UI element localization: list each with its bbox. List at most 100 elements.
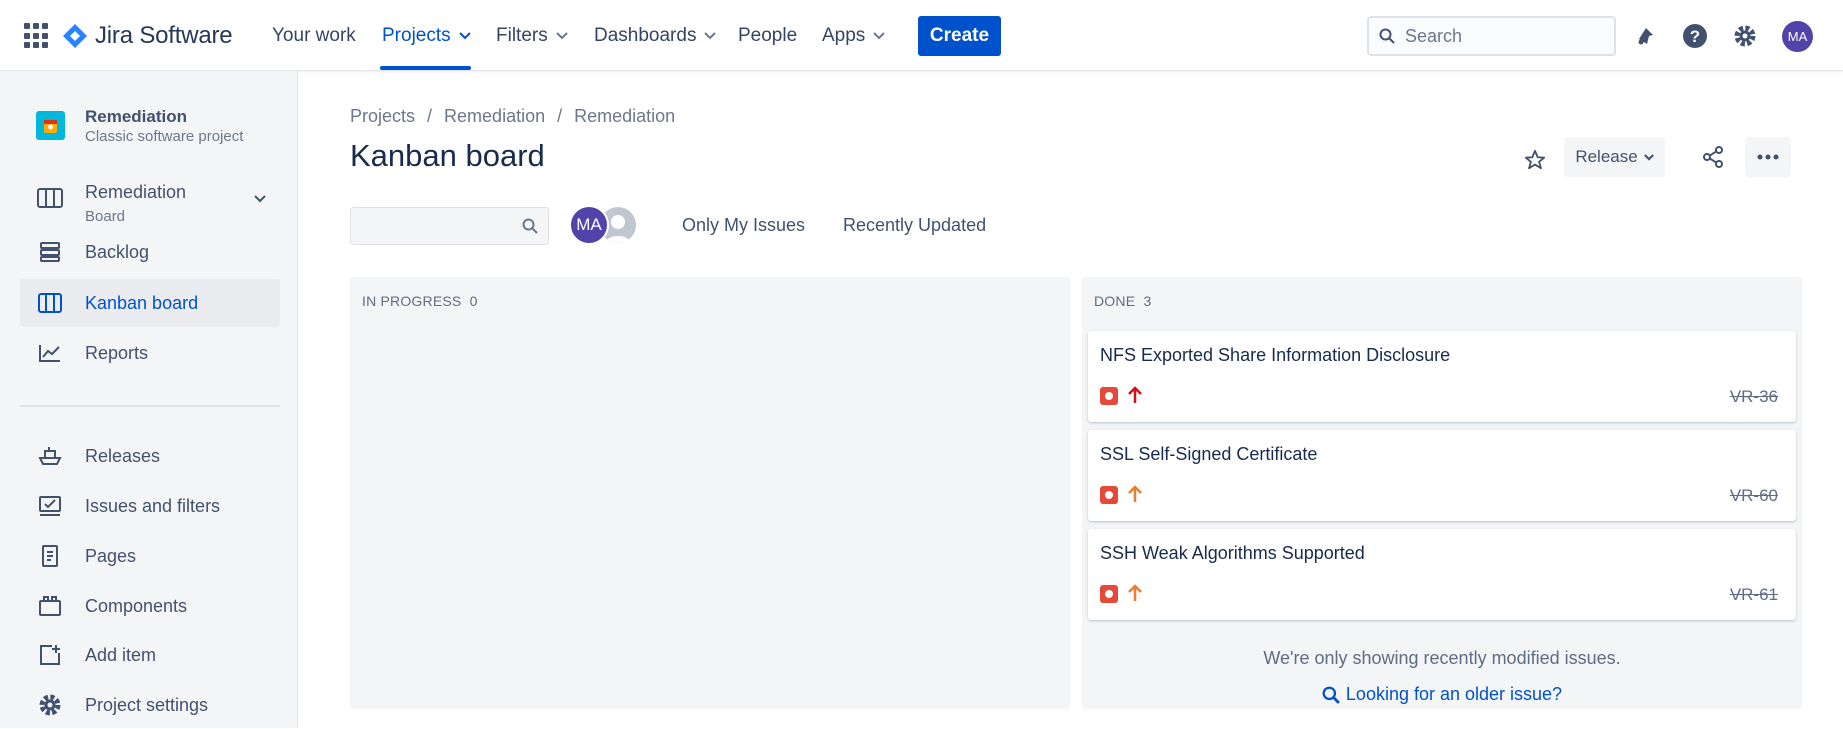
breadcrumb-item[interactable]: Remediation	[574, 106, 675, 127]
nav-filters[interactable]: Filters	[496, 0, 568, 71]
nav-your-work[interactable]: Your work	[272, 0, 356, 71]
board-search[interactable]	[350, 207, 549, 245]
sidebar-item-label: Backlog	[85, 241, 150, 262]
sidebar-item-project-settings[interactable]: Project settings	[20, 681, 280, 729]
issue-card[interactable]: SSH Weak Algorithms Supported VR-61	[1088, 529, 1796, 620]
older-issue-link[interactable]: Looking for an older issue?	[1082, 684, 1802, 705]
nav-filters-label: Filters	[496, 24, 548, 46]
issue-title: SSH Weak Algorithms Supported	[1100, 543, 1365, 563]
assignee-avatar[interactable]: MA	[569, 205, 609, 245]
column-count: 3	[1143, 293, 1152, 309]
nav-people-label: People	[738, 24, 798, 46]
jira-logo-icon	[63, 24, 87, 48]
ship-icon	[36, 442, 64, 470]
sidebar-item-backlog[interactable]: Backlog	[20, 228, 280, 276]
project-type: Classic software project	[85, 128, 244, 145]
issue-key[interactable]: VR-60	[1730, 486, 1778, 506]
breadcrumb-separator: /	[557, 106, 563, 126]
column-name: IN PROGRESS	[362, 293, 462, 309]
sidebar-item-label: Project settings	[85, 694, 209, 715]
breadcrumb-separator: /	[427, 106, 433, 126]
sidebar-board-sub: Board	[85, 208, 126, 225]
issue-card[interactable]: SSL Self-Signed Certificate VR-60	[1088, 430, 1796, 521]
board-icon	[36, 185, 64, 213]
priority-high-icon	[1128, 584, 1142, 601]
reports-icon	[36, 339, 64, 367]
column-count: 0	[469, 293, 478, 309]
notifications-icon[interactable]	[1632, 22, 1660, 50]
board-search-input[interactable]	[359, 215, 509, 237]
column-header: IN PROGRESS 0	[362, 293, 478, 309]
sidebar-board-name: Remediation	[85, 182, 187, 202]
app-switcher-icon[interactable]	[24, 23, 50, 49]
recent-issues-note: We're only showing recently modified iss…	[1263, 648, 1621, 668]
svg-text:?: ?	[1690, 27, 1700, 46]
priority-highest-icon	[1128, 386, 1142, 403]
nav-people[interactable]: People	[738, 0, 797, 71]
create-button[interactable]: Create	[918, 16, 1001, 56]
sidebar-item-label: Releases	[85, 445, 161, 466]
search-icon	[1322, 686, 1340, 704]
search-icon	[522, 218, 538, 234]
global-search[interactable]	[1367, 16, 1616, 56]
sidebar-item-label: Reports	[85, 342, 149, 363]
sidebar-item-components[interactable]: Components	[20, 582, 280, 630]
filter-only-my-issues[interactable]: Only My Issues	[682, 215, 805, 236]
chevron-down-icon	[254, 195, 266, 203]
user-avatar[interactable]: MA	[1782, 21, 1813, 52]
breadcrumb-item[interactable]: Remediation	[444, 106, 545, 127]
top-navigation: Jira Software Your work Projects Filters…	[0, 0, 1843, 71]
sidebar-item-kanban-board[interactable]: Kanban board	[20, 279, 280, 327]
settings-gear-icon[interactable]	[1731, 22, 1759, 50]
nav-apps-label: Apps	[822, 24, 866, 46]
sidebar-item-pages[interactable]: Pages	[20, 532, 280, 580]
nav-dashboards-label: Dashboards	[594, 24, 697, 46]
search-input[interactable]	[1405, 25, 1585, 47]
main-content: Projects / Remediation / Remediation Kan…	[299, 71, 1843, 728]
chevron-down-icon	[1643, 153, 1654, 161]
help-icon[interactable]: ?	[1681, 22, 1709, 50]
sidebar-item-label: Kanban board	[85, 292, 199, 313]
bug-icon	[1100, 387, 1118, 405]
active-nav-indicator	[380, 66, 471, 70]
nav-apps[interactable]: Apps	[822, 0, 886, 71]
nav-your-work-label: Your work	[272, 24, 356, 46]
jira-logo[interactable]: Jira Software	[62, 20, 233, 52]
project-sidebar: Remediation Classic software project Rem…	[0, 71, 298, 728]
add-item-icon	[36, 641, 64, 669]
sidebar-item-add-item[interactable]: Add item	[20, 631, 280, 679]
board-icon	[36, 289, 64, 317]
nav-projects[interactable]: Projects	[382, 0, 471, 71]
chevron-down-icon	[458, 31, 471, 39]
sidebar-board-switcher[interactable]: Remediation	[20, 175, 280, 223]
filter-recently-updated[interactable]: Recently Updated	[843, 215, 986, 236]
more-options-icon[interactable]	[1745, 137, 1791, 177]
chevron-down-icon	[556, 31, 568, 39]
nav-dashboards[interactable]: Dashboards	[594, 0, 717, 71]
sidebar-item-issues-and-filters[interactable]: Issues and filters	[20, 482, 280, 530]
column-name: DONE	[1094, 293, 1136, 309]
priority-high-icon	[1128, 485, 1142, 502]
issue-key[interactable]: VR-36	[1730, 387, 1778, 407]
board-column-in-progress: IN PROGRESS 0	[350, 277, 1070, 709]
bug-icon	[1100, 585, 1118, 603]
sidebar-item-label: Issues and filters	[85, 495, 221, 516]
sidebar-divider	[20, 405, 280, 407]
sidebar-item-reports[interactable]: Reports	[20, 329, 280, 377]
project-name[interactable]: Remediation	[85, 107, 187, 127]
component-icon	[36, 592, 64, 620]
share-icon[interactable]	[1695, 139, 1731, 175]
bug-icon	[1100, 486, 1118, 504]
release-dropdown[interactable]: Release	[1564, 137, 1665, 177]
page-icon	[36, 542, 64, 570]
app-name: Jira Software	[95, 22, 233, 49]
issue-key[interactable]: VR-61	[1730, 585, 1778, 605]
project-avatar[interactable]	[36, 111, 65, 140]
chevron-down-icon	[873, 31, 886, 39]
breadcrumb-item[interactable]: Projects	[350, 106, 415, 127]
issue-card[interactable]: NFS Exported Share Information Disclosur…	[1088, 331, 1796, 422]
star-icon[interactable]	[1520, 145, 1550, 175]
board-column-done: DONE 3 NFS Exported Share Information Di…	[1082, 277, 1802, 709]
sidebar-item-releases[interactable]: Releases	[20, 432, 280, 480]
older-issue-link-label: Looking for an older issue?	[1345, 684, 1563, 704]
